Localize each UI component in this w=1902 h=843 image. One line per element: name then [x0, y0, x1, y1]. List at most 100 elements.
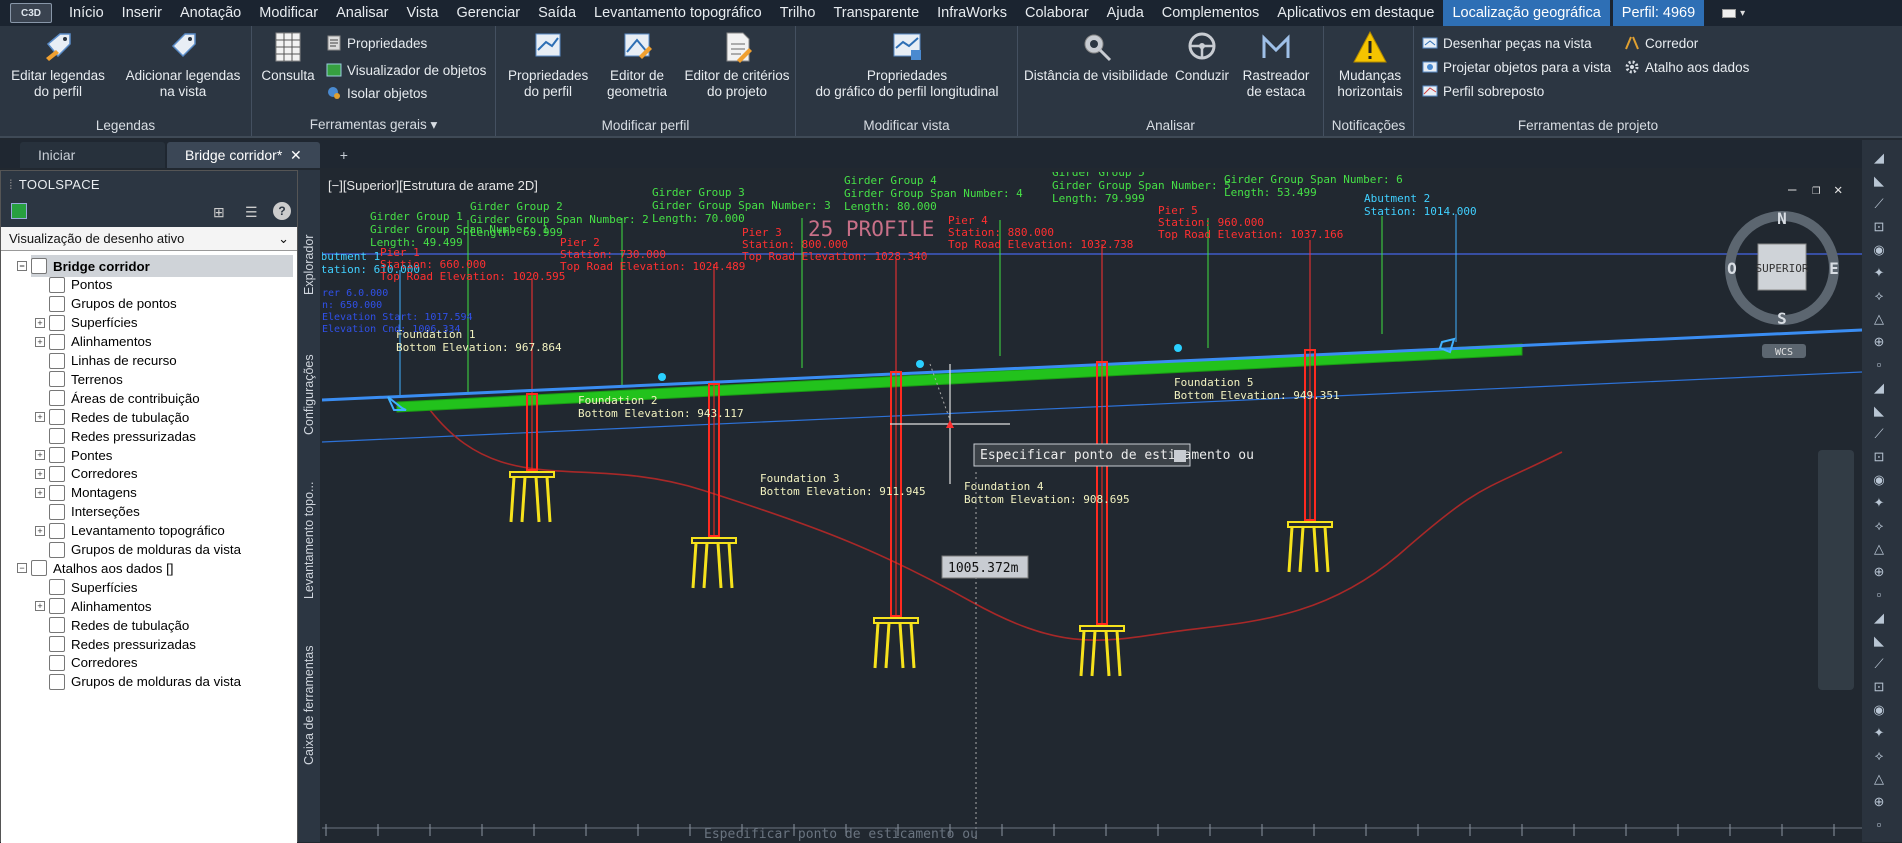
minimize-icon[interactable]: —: [1788, 182, 1797, 198]
toolbar-tool-icon[interactable]: ◣: [1870, 633, 1888, 651]
menu-gerenciar[interactable]: Gerenciar: [447, 0, 529, 26]
horizontal-changes-button[interactable]: Mudanças horizontais: [1330, 30, 1410, 100]
menu-localizacao[interactable]: Localização geográfica: [1443, 0, 1610, 26]
view-mode-select[interactable]: Visualização de desenho ativo ⌄: [1, 227, 297, 251]
project-objects-button[interactable]: Projetar objetos para a vista: [1422, 56, 1611, 78]
tab-explorador[interactable]: Explorador: [300, 210, 318, 320]
toolbar-tool-icon[interactable]: ⊡: [1870, 679, 1888, 697]
corridor-button[interactable]: Corredor: [1624, 32, 1698, 54]
visualizador-button[interactable]: Visualizador de objetos: [326, 59, 486, 81]
profile-properties-button[interactable]: Propriedades do perfil: [508, 30, 588, 100]
menu-transparente[interactable]: Transparente: [824, 0, 928, 26]
toolbar-tool-icon[interactable]: ⟡: [1870, 518, 1888, 536]
toolbar-tool-icon[interactable]: △: [1870, 771, 1888, 789]
menu-levantamento[interactable]: Levantamento topográfico: [585, 0, 771, 26]
toolbar-tool-icon[interactable]: ⟋: [1870, 656, 1888, 674]
grip-point[interactable]: [1174, 344, 1182, 352]
menu-anotacao[interactable]: Anotação: [171, 0, 250, 26]
toolbar-tool-icon[interactable]: ◢: [1870, 380, 1888, 398]
data-shortcuts-button[interactable]: Atalho aos dados: [1624, 56, 1749, 78]
toolbar-tool-icon[interactable]: ⟋: [1870, 426, 1888, 444]
isolar-button[interactable]: Isolar objetos: [326, 82, 427, 104]
toolbar-tool-icon[interactable]: ⊕: [1870, 334, 1888, 352]
restore-icon[interactable]: ❐: [1812, 182, 1820, 198]
tree-expander-icon[interactable]: +: [35, 525, 45, 536]
toolbar-tool-icon[interactable]: ✦: [1870, 725, 1888, 743]
menu-saida[interactable]: Saída: [529, 0, 585, 26]
grip-point[interactable]: [916, 360, 924, 368]
close-icon[interactable]: ✕: [1834, 182, 1842, 198]
menu-colaborar[interactable]: Colaborar: [1016, 0, 1098, 26]
drive-button[interactable]: Conduzir: [1172, 30, 1232, 84]
add-labels-button[interactable]: Adicionar legendas na vista: [118, 30, 248, 100]
tab-bridge-corridor[interactable]: Bridge corridor* ✕: [167, 142, 320, 168]
tab-configuracoes[interactable]: Configurações: [300, 340, 318, 450]
tree-item[interactable]: Grupos de molduras da vista: [49, 671, 293, 693]
criteria-editor-button[interactable]: Editor de critérios do projeto: [682, 30, 792, 100]
panel-title-ferramentas[interactable]: Ferramentas gerais ▾: [252, 117, 495, 133]
edit-labels-button[interactable]: Editar legendas do perfil: [8, 30, 108, 100]
toolbar-tool-icon[interactable]: △: [1870, 541, 1888, 559]
menu-modificar[interactable]: Modificar: [250, 0, 327, 26]
toolbar-tool-icon[interactable]: ◉: [1870, 702, 1888, 720]
menu-inserir[interactable]: Inserir: [113, 0, 171, 26]
new-tab-button[interactable]: +: [322, 142, 366, 168]
draw-parts-button[interactable]: Desenhar peças na vista: [1422, 32, 1592, 54]
toolbar-tool-icon[interactable]: ✦: [1870, 265, 1888, 283]
consulta-button[interactable]: Consulta: [258, 30, 318, 84]
tab-iniciar[interactable]: Iniciar: [20, 142, 165, 168]
help-icon[interactable]: ?: [273, 202, 291, 220]
tree-expander-icon[interactable]: +: [35, 317, 45, 328]
superimposed-profile-button[interactable]: Perfil sobreposto: [1422, 80, 1544, 102]
station-tracker-button[interactable]: Rastreador de estaca: [1240, 30, 1312, 100]
toolbar-tool-icon[interactable]: △: [1870, 311, 1888, 329]
navigation-bar[interactable]: [1818, 450, 1854, 690]
menu-ajuda[interactable]: Ajuda: [1098, 0, 1153, 26]
tree-expander-icon[interactable]: +: [35, 450, 45, 460]
hierarchy-icon[interactable]: ⊞: [213, 204, 229, 220]
workspace-dropdown[interactable]: ▾: [1722, 6, 1762, 20]
tree-expander-icon[interactable]: +: [35, 487, 45, 498]
toolbar-tool-icon[interactable]: ◣: [1870, 173, 1888, 191]
drawing-item-icon[interactable]: [11, 203, 27, 219]
menu-complementos[interactable]: Complementos: [1153, 0, 1269, 26]
geometry-editor-button[interactable]: Editor de geometria: [602, 30, 672, 100]
toolbar-tool-icon[interactable]: ▫: [1870, 817, 1888, 835]
propriedades-button[interactable]: Propriedades: [326, 32, 427, 54]
toolbar-tool-icon[interactable]: ◣: [1870, 403, 1888, 421]
menu-analisar[interactable]: Analisar: [327, 0, 397, 26]
menu-aplicativos[interactable]: Aplicativos em destaque: [1268, 0, 1443, 26]
toolbar-tool-icon[interactable]: ⊡: [1870, 449, 1888, 467]
close-icon[interactable]: ✕: [290, 147, 302, 163]
grip-icon[interactable]: ⁞: [9, 177, 13, 192]
toolbar-tool-icon[interactable]: ⟡: [1870, 748, 1888, 766]
toolbar-tool-icon[interactable]: ◢: [1870, 150, 1888, 168]
toolbar-tool-icon[interactable]: ✦: [1870, 495, 1888, 513]
drawing-viewport[interactable]: [−][Superior][Estrutura de arame 2D] Gir…: [322, 172, 1862, 842]
toolbar-tool-icon[interactable]: ⟋: [1870, 196, 1888, 214]
tab-caixa-ferramentas[interactable]: Caixa de ferramentas: [300, 630, 318, 780]
toolbar-tool-icon[interactable]: ⊕: [1870, 564, 1888, 582]
grip-point[interactable]: [658, 373, 666, 381]
toolbar-tool-icon[interactable]: ⊡: [1870, 219, 1888, 237]
tab-levantamento[interactable]: Levantamento topo...: [300, 470, 318, 610]
app-logo[interactable]: C3D: [10, 3, 52, 23]
profile-view-properties-button[interactable]: Propriedades do gráfico do perfil longit…: [804, 30, 1010, 100]
toolbar-tool-icon[interactable]: ◉: [1870, 242, 1888, 260]
menu-perfil[interactable]: Perfil: 4969: [1612, 0, 1705, 26]
menu-infraworks[interactable]: InfraWorks: [928, 0, 1016, 26]
toolbar-tool-icon[interactable]: ◉: [1870, 472, 1888, 490]
tree-expander-icon[interactable]: −: [17, 563, 27, 574]
tree-expander-icon[interactable]: +: [35, 601, 45, 612]
menu-inicio[interactable]: Início: [60, 0, 113, 26]
tree-expander-icon[interactable]: +: [35, 468, 45, 479]
menu-vista[interactable]: Vista: [397, 0, 447, 26]
toolbar-tool-icon[interactable]: ▫: [1870, 587, 1888, 605]
list-view-icon[interactable]: ☰: [245, 204, 261, 220]
menu-trilho[interactable]: Trilho: [771, 0, 825, 26]
tooltip-dropdown-icon[interactable]: [1174, 450, 1186, 462]
tree-expander-icon[interactable]: −: [17, 261, 27, 271]
sight-distance-button[interactable]: Distância de visibilidade: [1022, 30, 1170, 84]
toolbar-tool-icon[interactable]: ◢: [1870, 610, 1888, 628]
toolbar-tool-icon[interactable]: ⊕: [1870, 794, 1888, 812]
